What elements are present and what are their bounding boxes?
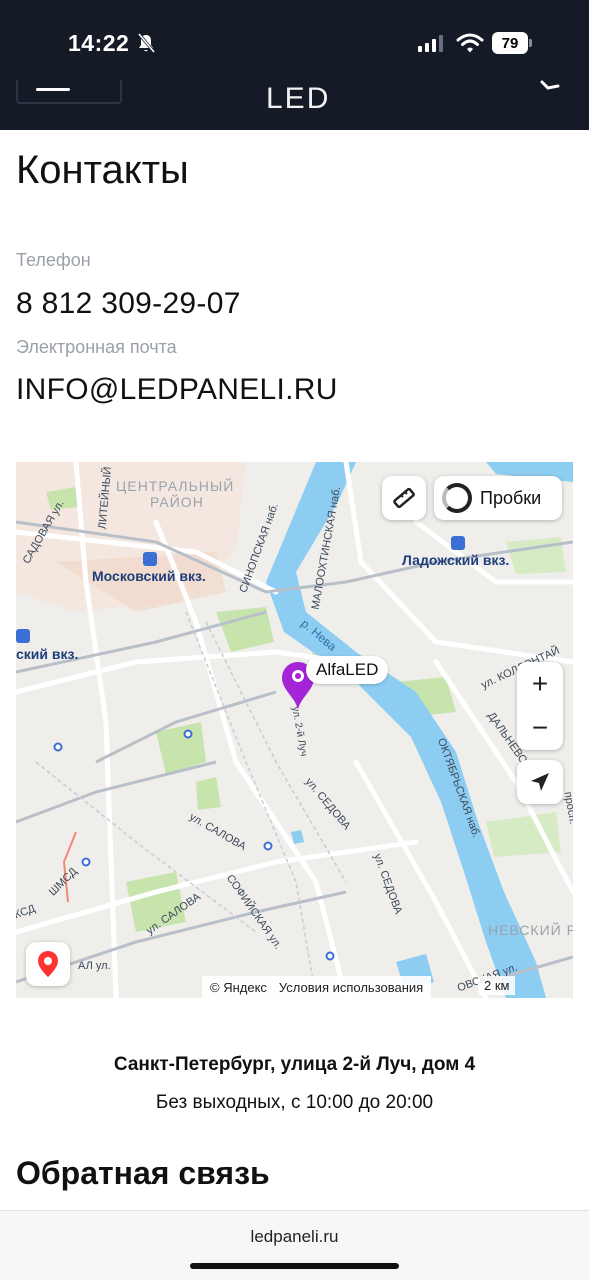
phone-label: Телефон — [16, 250, 91, 270]
browser-url[interactable]: ledpaneli.ru — [0, 1227, 589, 1247]
map-label-nevsky: НЕВСКИЙ Р — [488, 922, 573, 938]
copyright-text[interactable]: © Яндекс — [210, 980, 267, 995]
map-copyright: © Яндекс Условия использования — [202, 976, 432, 998]
ruler-icon — [393, 487, 415, 509]
site-logo[interactable]: LED — [266, 82, 330, 116]
map-label-moskovsky: Московский вкз. — [92, 568, 206, 584]
map-label-al-ul: АЛ ул. — [78, 960, 111, 972]
cart-icon[interactable] — [540, 80, 560, 94]
bell-off-icon — [137, 33, 155, 53]
zoom-out-button[interactable]: − — [517, 706, 563, 750]
traffic-icon — [442, 483, 472, 513]
minus-icon: − — [531, 712, 549, 743]
address-text: Санкт-Петербург, улица 2-й Луч, дом 4 — [113, 1054, 476, 1075]
menu-icon[interactable] — [16, 80, 122, 104]
battery-level: 79 — [492, 32, 528, 54]
email-link[interactable]: INFO@LEDPANELI.RU — [16, 373, 338, 407]
wifi-icon — [456, 33, 484, 53]
my-location-button[interactable] — [517, 760, 563, 804]
marker-label[interactable]: AlfaLED — [306, 656, 389, 684]
page-title: Контакты — [16, 148, 189, 192]
email-label: Электронная почта — [16, 337, 177, 357]
map-label-vkz: ский вкз. — [16, 646, 79, 662]
map-label-ladozhsky: Ладожский вкз. — [402, 552, 510, 568]
browser-address-bar[interactable]: ledpaneli.ru — [0, 1210, 589, 1280]
map-pin-icon — [38, 951, 58, 977]
app-header: 14:22 79 LED — [0, 0, 589, 130]
yandex-maps-button[interactable] — [26, 942, 70, 986]
zoom-in-button[interactable]: + — [517, 662, 563, 706]
map-scale: 2 км — [478, 976, 516, 995]
navigation-arrow-icon — [531, 773, 549, 791]
map-label-district-1: ЦЕНТРАЛЬНЫЙ — [116, 478, 235, 494]
zoom-controls: + − — [517, 662, 563, 750]
phone-link[interactable]: 8 812 309-29-07 — [16, 287, 241, 321]
feedback-title: Обратная связь — [16, 1155, 270, 1191]
map-label-district-2: РАЙОН — [150, 494, 204, 510]
working-hours: Без выходных, с 10:00 до 20:00 — [155, 1092, 434, 1113]
cellular-signal-icon — [418, 34, 443, 52]
ruler-button[interactable] — [382, 476, 426, 520]
yandex-map[interactable]: ЦЕНТРАЛЬНЫЙ РАЙОН Московский вкз. Ладожс… — [16, 462, 573, 998]
plus-icon: + — [531, 668, 549, 699]
traffic-button[interactable]: Пробки — [434, 476, 562, 520]
battery-icon: 79 — [492, 32, 532, 54]
home-indicator[interactable] — [190, 1263, 399, 1269]
terms-link[interactable]: Условия использования — [279, 980, 423, 995]
status-time: 14:22 — [68, 30, 130, 56]
traffic-label: Пробки — [480, 487, 542, 508]
